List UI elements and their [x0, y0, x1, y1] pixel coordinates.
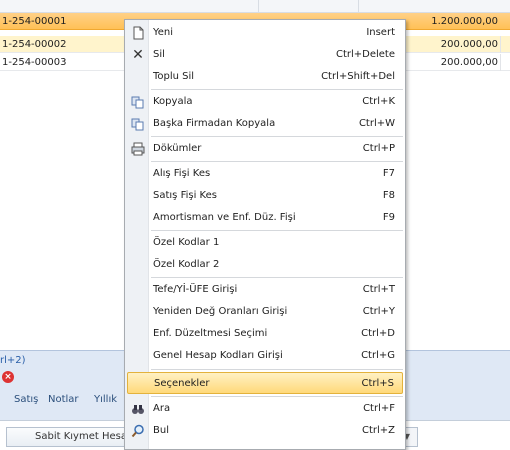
tab-satis[interactable]: Satış	[14, 389, 38, 411]
menu-item-shortcut: Ctrl+D	[361, 328, 395, 339]
menu-item-shortcut: Ctrl+Z	[361, 425, 395, 436]
shortcut-hint: rl+2)	[0, 355, 26, 366]
binoculars-icon	[131, 402, 145, 416]
menu-item-enf-duzeltmesi[interactable]: Enf. Düzeltmesi Seçimi Ctrl+D	[127, 323, 403, 345]
menu-item-bul[interactable]: Bul Ctrl+Z	[127, 420, 403, 442]
menu-item-label: Dökümler	[153, 143, 202, 154]
grid-divider	[500, 54, 501, 71]
menu-item-genel-hesap-kodlari[interactable]: Genel Hesap Kodları Girişi Ctrl+G	[127, 345, 403, 367]
row-code: 1-254-00003	[2, 57, 67, 68]
menu-item-sil[interactable]: ✕ Sil Ctrl+Delete	[127, 44, 403, 66]
menu-item-label: Özel Kodlar 2	[153, 259, 220, 270]
new-document-icon	[131, 26, 145, 40]
menu-item-label: Toplu Sil	[153, 71, 195, 82]
row-amount: 200.000,00	[440, 39, 498, 50]
menu-item-shortcut: F8	[382, 190, 395, 201]
menu-item-shortcut: F7	[382, 168, 395, 179]
menu-item-shortcut: Ctrl+K	[362, 96, 395, 107]
menu-separator	[151, 161, 403, 162]
row-code: 1-254-00002	[2, 39, 67, 50]
menu-item-secenekler[interactable]: Seçenekler Ctrl+S	[127, 372, 403, 394]
menu-separator	[151, 369, 403, 370]
menu-item-ara[interactable]: Ara Ctrl+F	[127, 398, 403, 420]
menu-item-label: Bul	[153, 425, 169, 436]
menu-item-shortcut: Ctrl+W	[358, 118, 395, 129]
menu-item-shortcut: Ctrl+Shift+Del	[321, 71, 395, 82]
menu-item-shortcut: Ctrl+Delete	[335, 49, 395, 60]
menu-item-label: Yeniden Değ Oranları Girişi	[153, 306, 288, 317]
menu-item-label: Başka Firmadan Kopyala	[153, 118, 276, 129]
menu-item-label: Alış Fişi Kes	[153, 168, 211, 179]
copy-icon	[131, 117, 145, 131]
menu-item-ozel-kodlar-1[interactable]: Özel Kodlar 1	[127, 232, 403, 254]
row-code: 1-254-00001	[2, 16, 67, 27]
menu-separator	[151, 230, 403, 231]
menu-separator	[151, 396, 403, 397]
menu-item-label: Tefe/Yİ-ÜFE Girişi	[153, 284, 238, 295]
menu-item-shortcut: Ctrl+Y	[362, 306, 395, 317]
menu-item-ozel-kodlar-2[interactable]: Özel Kodlar 2	[127, 254, 403, 276]
row-amount: 1.200.000,00	[431, 16, 498, 27]
tab-yillik[interactable]: Yıllık	[94, 389, 117, 411]
delete-icon[interactable]: ×	[2, 371, 14, 383]
menu-item-tefe-girisi[interactable]: Tefe/Yİ-ÜFE Girişi Ctrl+T	[127, 279, 403, 301]
sabit-kiymet-button[interactable]: Sabit Kıymet Hesap	[6, 427, 126, 447]
menu-item-satis-fisi-kes[interactable]: Satış Fişi Kes F8	[127, 185, 403, 207]
grid-header	[0, 0, 510, 13]
copy-icon	[131, 95, 145, 109]
row-amount: 200.000,00	[440, 57, 498, 68]
menu-item-alis-fisi-kes[interactable]: Alış Fişi Kes F7	[127, 163, 403, 185]
menu-item-yeniden-deg-oranlari[interactable]: Yeniden Değ Oranları Girişi Ctrl+Y	[127, 301, 403, 323]
menu-item-shortcut: Ctrl+S	[361, 378, 394, 389]
grid-divider	[500, 36, 501, 53]
menu-item-label: Satış Fişi Kes	[153, 190, 217, 201]
menu-item-shortcut: F9	[382, 212, 395, 223]
menu-item-shortcut: Ctrl+P	[362, 143, 395, 154]
menu-item-label: Ara	[153, 403, 171, 414]
menu-item-label: Kopyala	[153, 96, 193, 107]
delete-x-icon: ✕	[132, 47, 144, 63]
menu-item-label: Yeni	[153, 27, 174, 38]
search-icon	[131, 424, 145, 438]
print-icon	[131, 142, 145, 156]
menu-item-label: Enf. Düzeltmesi Seçimi	[153, 328, 268, 339]
menu-separator	[151, 89, 403, 90]
menu-item-label: Özel Kodlar 1	[153, 237, 220, 248]
menu-item-toplu-sil[interactable]: Toplu Sil Ctrl+Shift+Del	[127, 66, 403, 88]
menu-item-label: Amortisman ve Enf. Düz. Fişi	[153, 212, 296, 223]
menu-item-baska-firmadan-kopyala[interactable]: Başka Firmadan Kopyala Ctrl+W	[127, 113, 403, 135]
menu-item-label: Sil	[153, 49, 165, 60]
menu-item-yeni[interactable]: Yeni Insert	[127, 22, 403, 44]
menu-item-dokumler[interactable]: Dökümler Ctrl+P	[127, 138, 403, 160]
context-menu: Yeni Insert ✕ Sil Ctrl+Delete Toplu Sil …	[124, 19, 406, 450]
grid-column-divider	[358, 0, 359, 13]
menu-item-amortisman[interactable]: Amortisman ve Enf. Düz. Fişi F9	[127, 207, 403, 229]
menu-item-label: Genel Hesap Kodları Girişi	[153, 350, 283, 361]
menu-item-label: Seçenekler	[154, 378, 210, 389]
grid-column-divider	[258, 0, 259, 13]
menu-item-shortcut: Ctrl+F	[363, 403, 395, 414]
menu-item-shortcut: Ctrl+G	[361, 350, 395, 361]
menu-separator	[151, 277, 403, 278]
menu-separator	[151, 136, 403, 137]
tab-notlar[interactable]: Notlar	[48, 389, 79, 411]
menu-item-kopyala[interactable]: Kopyala Ctrl+K	[127, 91, 403, 113]
menu-item-shortcut: Ctrl+T	[362, 284, 395, 295]
menu-item-shortcut: Insert	[366, 27, 395, 38]
